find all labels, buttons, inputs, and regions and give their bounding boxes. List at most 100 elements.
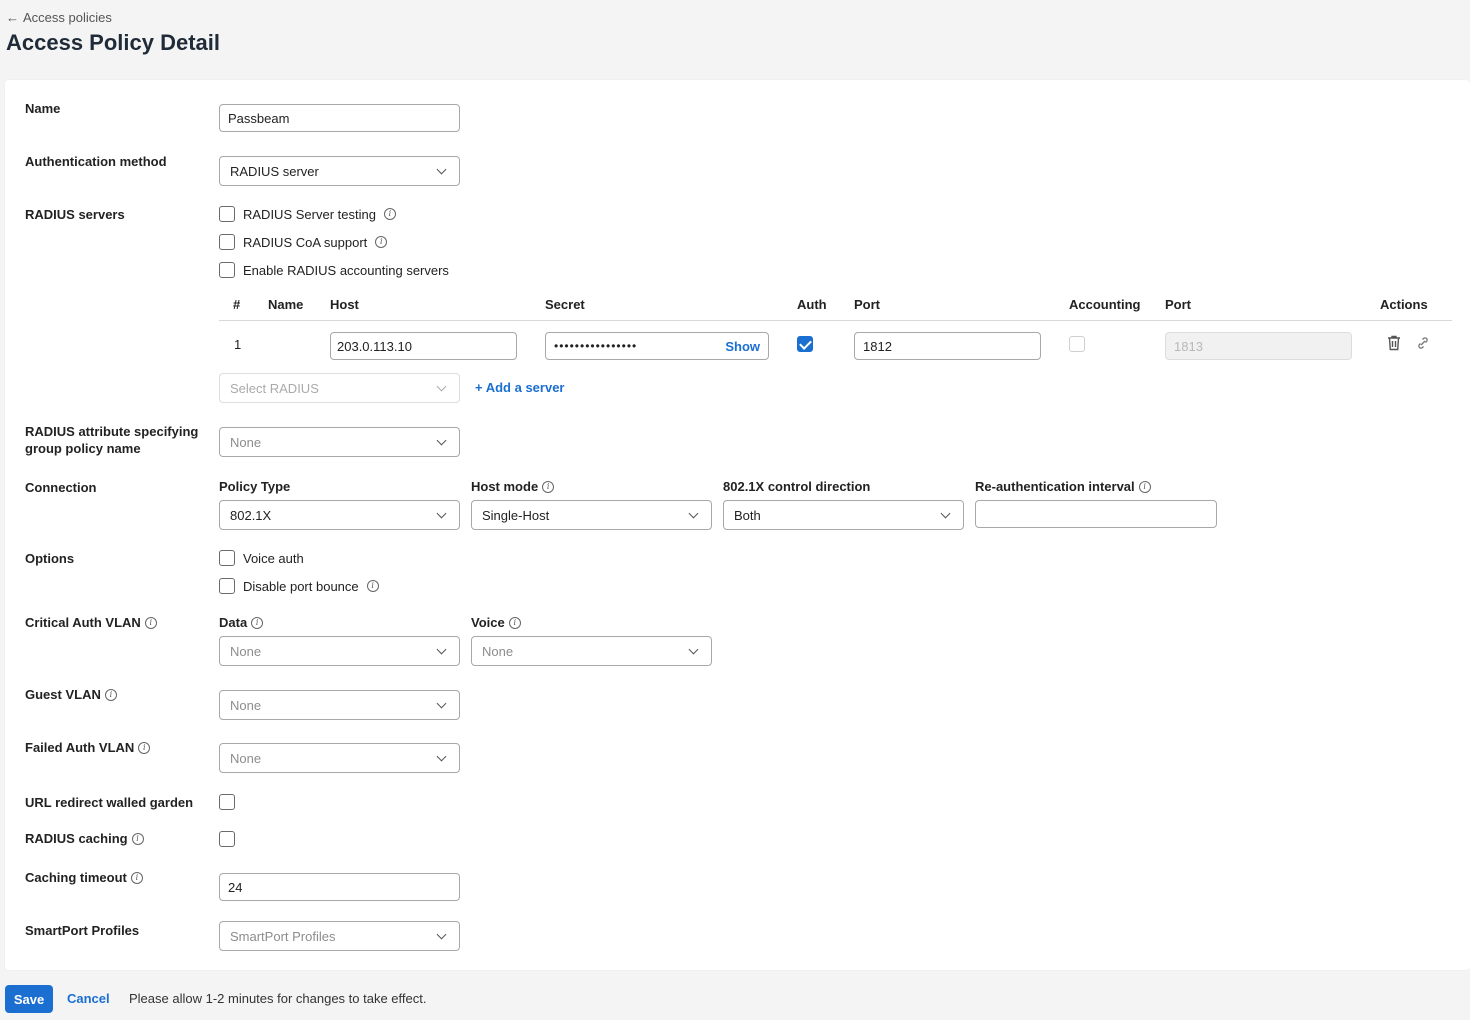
disable-port-bounce-label: Disable port bounce [243,578,359,594]
back-link[interactable]: ← Access policies [6,10,112,25]
voice-auth-checkbox[interactable] [219,550,235,566]
connection-label: Connection [25,480,97,495]
voice-vlan-label-text: Voice [471,615,505,630]
url-redirect-checkbox[interactable] [219,794,235,810]
radius-coa-option[interactable]: RADIUS CoA support i [219,234,388,250]
info-icon: i [131,832,144,845]
smartport-select[interactable]: SmartPort Profiles [219,921,460,951]
failed-auth-vlan-label-text: Failed Auth VLAN [25,740,135,755]
table-divider [219,320,1452,321]
name-input[interactable]: Passbeam [219,104,460,132]
voice-auth-label: Voice auth [243,550,304,566]
control-direction-label-text: 802.1X control direction [723,479,871,494]
radius-testing-checkbox[interactable] [219,206,235,222]
radius-accounting-label: Enable RADIUS accounting servers [243,262,449,278]
radius-caching-label: RADIUS caching i [25,831,144,846]
guest-vlan-select[interactable]: None [219,690,460,720]
caching-timeout-input[interactable]: 24 [219,873,460,901]
policy-type-select[interactable]: 802.1X [219,500,460,530]
policy-type-label: Policy Type [219,479,290,494]
chevron-down-icon [688,644,699,654]
info-icon: i [251,616,264,629]
col-header-num: # [233,297,241,312]
show-secret-button[interactable]: Show [725,339,760,354]
failed-auth-vlan-value: None [230,750,262,766]
radius-attr-value: None [230,434,262,450]
radius-servers-label: RADIUS servers [25,207,125,222]
voice-vlan-label: Voice i [471,615,521,630]
chevron-down-icon [688,508,699,518]
radius-attr-select[interactable]: None [219,427,460,457]
radius-testing-label: RADIUS Server testing [243,206,376,222]
accounting-checkbox[interactable] [1069,336,1085,352]
radius-caching-checkbox[interactable] [219,831,235,847]
failed-auth-vlan-label: Failed Auth VLAN i [25,740,151,755]
page-title: Access Policy Detail [6,30,221,55]
chevron-down-icon [436,698,447,708]
policy-type-label-text: Policy Type [219,479,291,494]
smartport-label: SmartPort Profiles [25,923,140,938]
host-mode-select[interactable]: Single-Host [471,500,712,530]
control-direction-value: Both [734,507,761,523]
smartport-value: SmartPort Profiles [230,928,336,944]
add-server-button[interactable]: + Add a server [475,380,564,395]
radius-accounting-checkbox[interactable] [219,262,235,278]
cancel-button[interactable]: Cancel [67,991,110,1006]
select-radius-dropdown[interactable]: Select RADIUS [219,373,460,403]
radius-caching-label-text: RADIUS caching [25,831,128,846]
col-header-auth: Auth [797,297,827,312]
secret-input[interactable]: •••••••••••••••• Show [545,332,769,360]
chevron-down-icon [436,929,447,939]
caching-timeout-label: Caching timeout i [25,870,143,885]
reauth-interval-input[interactable] [975,500,1217,528]
auth-method-select[interactable]: RADIUS server [219,156,460,186]
save-button[interactable]: Save [5,985,53,1013]
control-direction-select[interactable]: Both [723,500,964,530]
chevron-down-icon [436,644,447,654]
select-radius-placeholder: Select RADIUS [230,380,319,396]
radius-coa-checkbox[interactable] [219,234,235,250]
col-header-acct-port: Port [1165,297,1191,312]
data-vlan-label: Data i [219,615,264,630]
options-label: Options [25,551,75,566]
info-icon: i [138,741,151,754]
host-mode-label-text: Host mode [471,479,539,494]
failed-auth-vlan-select[interactable]: None [219,743,460,773]
critical-auth-vlan-label: Critical Auth VLAN i [25,615,157,630]
disable-port-bounce-checkbox[interactable] [219,578,235,594]
acct-port-input: 1813 [1165,332,1352,360]
row-number: 1 [234,337,242,352]
trash-icon[interactable] [1385,334,1403,357]
disable-port-bounce-option[interactable]: Disable port bounce i [219,578,379,594]
chevron-down-icon [436,381,447,391]
secret-value: •••••••••••••••• [554,339,638,353]
chevron-down-icon [436,164,447,174]
arrow-left-icon: ← [6,10,19,25]
host-mode-label: Host mode i [471,479,555,494]
info-icon: i [144,616,157,629]
radius-coa-label: RADIUS CoA support [243,234,368,250]
voice-vlan-select[interactable]: None [471,636,712,666]
footer-note: Please allow 1-2 minutes for changes to … [129,991,427,1006]
radius-attr-label: RADIUS attribute specifying group policy… [25,424,199,456]
guest-vlan-value: None [230,697,262,713]
data-vlan-select[interactable]: None [219,636,460,666]
info-icon: i [130,871,143,884]
auth-checkbox[interactable] [797,336,813,352]
col-header-secret: Secret [545,297,585,312]
radius-accounting-option[interactable]: Enable RADIUS accounting servers [219,262,449,278]
auth-port-input[interactable]: 1812 [854,332,1041,360]
control-direction-label: 802.1X control direction [723,479,870,494]
info-icon: i [542,480,555,493]
col-header-accounting: Accounting [1069,297,1141,312]
info-icon: i [366,580,379,592]
voice-auth-option[interactable]: Voice auth [219,550,304,566]
col-header-host: Host [330,297,359,312]
critical-auth-vlan-label-text: Critical Auth VLAN [25,615,141,630]
reauth-interval-label: Re-authentication interval i [975,479,1151,494]
chevron-down-icon [436,751,447,761]
info-icon: i [104,688,117,701]
radius-testing-option[interactable]: RADIUS Server testing i [219,206,396,222]
host-input[interactable]: 203.0.113.10 [330,332,517,360]
link-icon[interactable] [1416,336,1430,355]
